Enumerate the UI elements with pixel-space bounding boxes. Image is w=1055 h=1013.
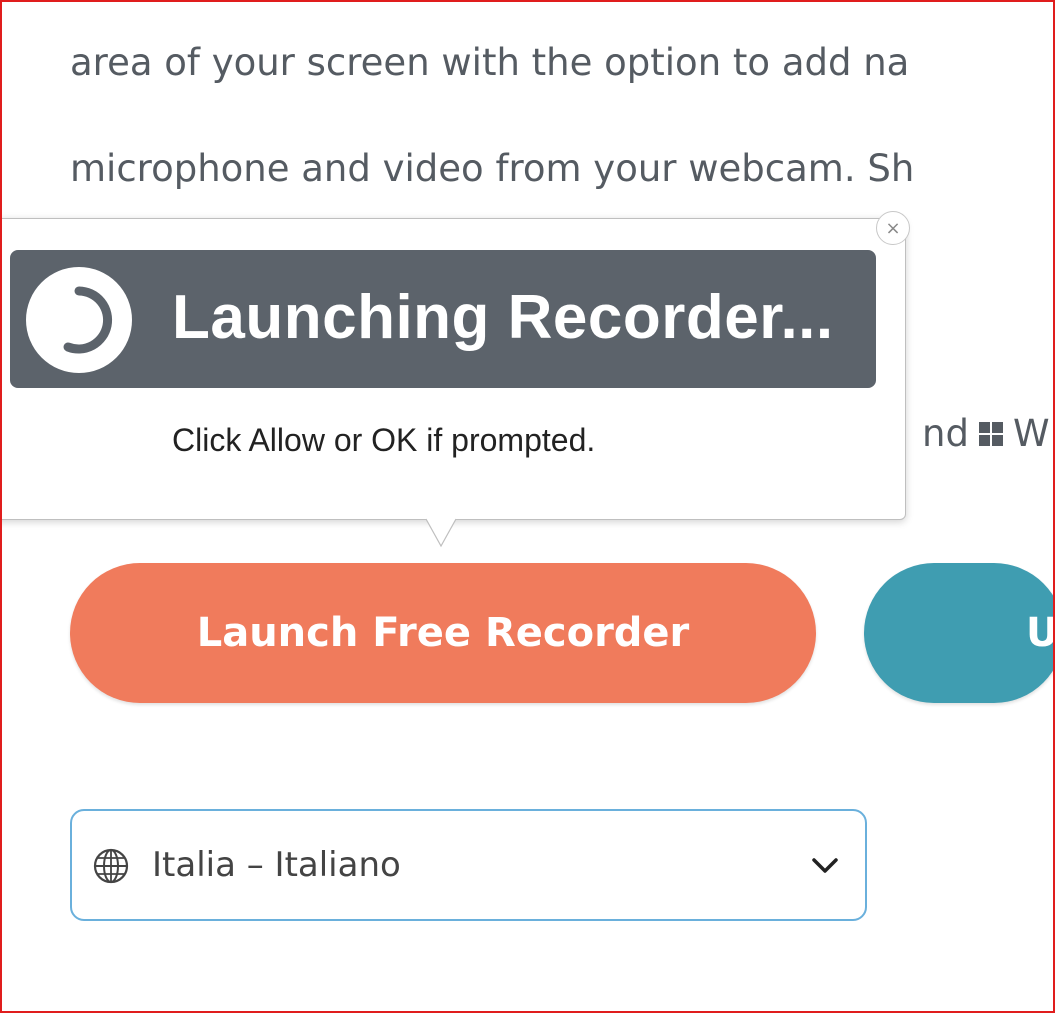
description-line-1: area of your screen with the option to a… [70, 41, 910, 84]
chevron-down-icon [812, 858, 838, 873]
close-icon: × [885, 217, 901, 239]
description-line-3-suffix: W [1012, 412, 1050, 455]
description-line-2: microphone and video from your webcam. S… [70, 147, 915, 190]
launch-title: Launching Recorder... [172, 283, 834, 352]
windows-icon [978, 421, 1003, 446]
language-select-value: Italia – Italiano [152, 845, 401, 885]
language-select[interactable]: Italia – Italiano [70, 809, 867, 921]
launch-free-recorder-button[interactable]: Launch Free Recorder [70, 563, 816, 703]
secondary-button[interactable]: U [864, 563, 1055, 703]
globe-icon [93, 848, 129, 884]
description-line-3-prefix: nd [922, 412, 969, 455]
launch-banner: Launching Recorder... [10, 250, 876, 388]
popup-hint: Click Allow or OK if prompted. [172, 422, 596, 458]
description-line-3: nd W [922, 415, 1050, 452]
popup-arrow [426, 518, 456, 548]
close-button[interactable]: × [876, 211, 910, 245]
spinner-icon [26, 267, 132, 373]
